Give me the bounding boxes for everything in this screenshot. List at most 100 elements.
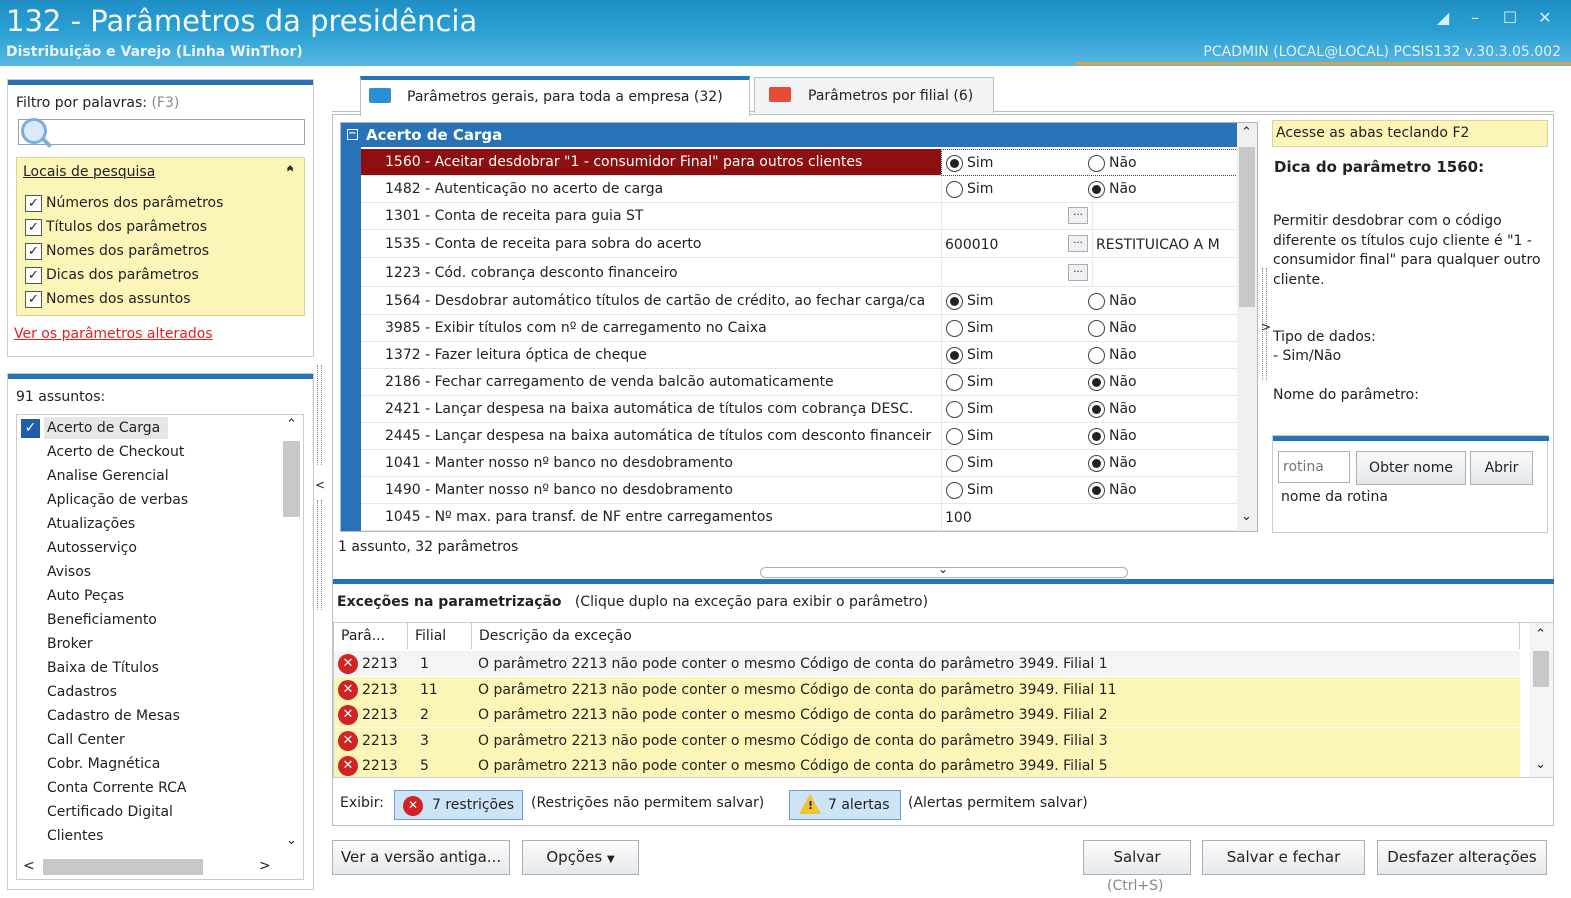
checkbox-dicas[interactable]: ✓ [25,267,42,284]
list-item[interactable]: Certificado Digital [47,804,173,820]
list-item[interactable]: Call Center [47,732,125,748]
salvar-button[interactable]: Salvar [1083,840,1191,875]
ver-alterados-link[interactable]: Ver os parâmetros alterados [14,326,213,342]
desfazer-button[interactable]: Desfazer alterações [1377,840,1547,875]
splitter[interactable] [317,365,322,465]
parameter-value[interactable]: Sim Não [941,450,1238,477]
parameter-value[interactable]: Sim Não [941,369,1238,396]
scroll-down-icon[interactable]: ⌄ [286,833,297,848]
parameter-value[interactable]: ... [941,203,1238,230]
nao-radio[interactable] [1088,401,1105,418]
list-item[interactable]: Conta Corrente RCA [47,780,186,796]
expand-right-icon[interactable]: > [1261,320,1271,334]
parameter-row[interactable]: 2186 - Fechar carregamento de venda balc… [361,369,1238,396]
checkbox-titulos[interactable]: ✓ [25,219,42,236]
nao-radio[interactable] [1088,181,1105,198]
salvar-fechar-button[interactable]: Salvar e fechar [1202,840,1365,875]
parameter-row[interactable]: 3985 - Exibir títulos com nº de carregam… [361,315,1238,342]
list-item[interactable]: Autosserviço [47,540,137,556]
list-item[interactable]: Beneficiamento [47,612,157,628]
sim-radio[interactable] [946,293,963,310]
horizontal-scrollbar[interactable]: < > [17,855,303,879]
sim-radio[interactable] [946,347,963,364]
parameter-value[interactable]: Sim Não [941,342,1238,369]
nao-radio[interactable] [1088,455,1105,472]
nao-radio[interactable] [1088,428,1105,445]
sim-radio[interactable] [946,320,963,337]
restore-icon[interactable]: ◢ [1430,8,1456,28]
restricoes-toggle[interactable]: ✕ 7 restrições [394,790,523,820]
vertical-scrollbar[interactable]: ⌃ ⌄ [281,415,303,855]
col-header-param[interactable]: Parâ... [334,623,408,649]
lookup-button[interactable]: ... [1068,235,1088,252]
group-header[interactable]: − Acerto de Carga [341,123,1238,147]
scroll-left-icon[interactable]: < [23,858,35,874]
scroll-up-icon[interactable]: ⌃ [1535,627,1546,642]
scroll-thumb[interactable] [283,441,300,517]
alertas-toggle[interactable]: ! 7 alertas [789,790,901,820]
scroll-down-icon[interactable]: ⌄ [1241,509,1252,524]
exception-row[interactable]: ✕ 2213 11 O parâmetro 2213 não pode conter … [334,676,1520,702]
abrir-button[interactable]: Abrir [1470,451,1533,485]
nao-radio[interactable] [1088,374,1105,391]
exception-row[interactable]: ✕ 2213 5 O parâmetro 2213 não pode conter o… [334,753,1520,777]
parameter-row[interactable]: 1490 - Manter nosso nº banco no desdobra… [361,477,1238,504]
parameter-row[interactable]: 1482 - Autenticação no acerto de carga Si… [361,176,1238,203]
parameter-row[interactable]: 1301 - Conta de receita para guia ST... [361,203,1238,230]
exceptions-scrollbar[interactable]: ⌃ ⌄ [1530,623,1553,777]
list-item[interactable]: Clientes [47,828,103,844]
list-item[interactable]: Broker [47,636,93,652]
checkbox-nomes[interactable]: ✓ [25,243,42,260]
nao-radio[interactable] [1088,347,1105,364]
exception-row[interactable]: ✕ 2213 3 O parâmetro 2213 não pode conter o… [334,727,1520,753]
list-item[interactable]: Cadastros [47,684,117,700]
collapse-down-icon[interactable]: ⌄ [938,562,948,576]
list-item[interactable]: Auto Peças [47,588,124,604]
parameter-row[interactable]: 1535 - Conta de receita para sobra do ac… [361,231,1238,258]
h-scroll-thumb[interactable] [43,859,203,875]
exception-row[interactable]: ✕ 2213 2 O parâmetro 2213 não pode conter o… [334,702,1520,727]
parameter-row[interactable]: 1223 - Cód. cobrança desconto financeiro… [361,260,1238,287]
parameter-row[interactable]: 1041 - Manter nosso nº banco no desdobra… [361,450,1238,477]
scroll-up-icon[interactable]: ⌃ [1241,125,1252,140]
parameter-row[interactable]: 2445 - Lançar despesa na baixa automátic… [361,423,1238,450]
list-item[interactable]: Atualizações [47,516,135,532]
nao-radio[interactable] [1088,320,1105,337]
parameter-value[interactable]: Sim Não [941,288,1238,315]
parameter-row[interactable]: 1564 - Desdobrar automático títulos de c… [361,288,1238,315]
collapse-chevron-icon[interactable]: ⌃ ⌃ [284,164,296,196]
parameter-value[interactable]: Sim Não [941,315,1238,342]
parameter-value[interactable]: Sim Não [941,477,1238,504]
lookup-button[interactable]: ... [1068,207,1088,224]
parameter-value[interactable]: 100 [941,504,1238,531]
checkbox-numeros[interactable]: ✓ [25,195,42,212]
sim-radio[interactable] [946,428,963,445]
sim-radio[interactable] [946,374,963,391]
scroll-up-icon[interactable]: ⌃ [286,417,297,432]
collapse-left-icon[interactable]: < [315,478,325,492]
parameter-row[interactable]: 1045 - Nº max. para transf. de NF entre … [361,504,1238,531]
collapse-icon[interactable]: − [347,129,358,140]
grid-scrollbar[interactable]: ⌃ ⌄ [1237,123,1257,531]
sim-radio[interactable] [946,482,963,499]
parameter-value[interactable]: 600010... RESTITUICAO A M [941,231,1238,258]
minimize-icon[interactable]: – [1462,8,1488,28]
parameter-value[interactable]: Sim Não [941,176,1238,203]
sim-radio[interactable] [946,181,963,198]
close-icon[interactable]: ✕ [1532,8,1558,28]
parameter-row[interactable]: 2421 - Lançar despesa na baixa automátic… [361,396,1238,423]
splitter[interactable] [317,500,322,610]
scroll-down-icon[interactable]: ⌄ [1535,757,1546,772]
sim-radio[interactable] [946,155,963,172]
opcoes-button[interactable]: Opções ▼ [522,840,639,875]
list-item[interactable]: Acerto de Carga [47,420,160,436]
list-item[interactable]: Analise Gerencial [47,468,169,484]
tab-parametros-filial[interactable]: Parâmetros por filial (6) [754,77,994,113]
list-item[interactable]: Cadastro de Mesas [47,708,180,724]
lookup-button[interactable]: ... [1068,264,1088,281]
parameter-value[interactable]: Sim Não [941,396,1238,423]
parameter-row[interactable]: 1560 - Aceitar desdobrar "1 - consumidor… [361,149,1238,176]
parameter-value[interactable]: ... [941,260,1238,287]
obter-nome-button[interactable]: Obter nome [1356,451,1466,485]
tab-parametros-gerais[interactable]: Parâmetros gerais, para toda a empresa (… [360,76,750,116]
